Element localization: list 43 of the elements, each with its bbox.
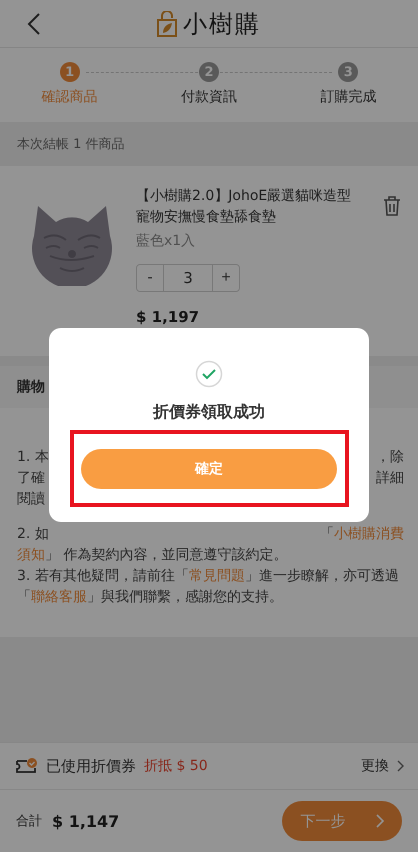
bag-logo-icon [157, 10, 177, 36]
step-number: 2 [198, 62, 219, 82]
chevron-right-icon [376, 814, 384, 828]
change-coupon-button[interactable]: 更換 [361, 757, 404, 775]
next-step-button[interactable]: 下一步 [282, 801, 402, 841]
note-link[interactable]: 須知 [17, 546, 45, 562]
step-label: 訂購完成 [320, 88, 376, 106]
note-text: 閱讀 [17, 490, 45, 508]
notes-title: 購物 [17, 378, 45, 396]
product-variant: 藍色x1入 [136, 232, 196, 250]
delete-button[interactable] [382, 196, 402, 218]
increase-button[interactable]: + [213, 265, 239, 291]
dialog-message: 折價券領取成功 [153, 402, 265, 423]
total-amount: $ 1,147 [52, 812, 120, 830]
step-number: 3 [338, 62, 358, 82]
note-text: 了確 [17, 468, 45, 486]
note-text: 1. 本 [17, 448, 49, 466]
total-label: 合計 [16, 813, 42, 830]
note-link[interactable]: 聯絡客服 [31, 588, 87, 604]
app-title: 小樹購 [183, 8, 261, 40]
note-text: 「聯絡客服」與我們聯繫，感謝您的支持。 [17, 588, 283, 606]
step-number: 1 [60, 62, 80, 82]
product-name: 【小樹購2.0】JohoE嚴選貓咪造型寵物安撫慢食墊舔食墊 [136, 187, 352, 227]
note-link[interactable]: 常見問題 [188, 568, 245, 584]
coupon-discount: 折抵 $ 50 [144, 757, 208, 775]
product-price: $ 1,197 [136, 308, 200, 326]
note-text: 詳細 [376, 468, 404, 486]
confirm-button[interactable]: 確定 [81, 449, 337, 489]
note-link[interactable]: 小樹購消費 [334, 526, 404, 542]
note-text: 2. 如 [17, 524, 49, 542]
step-label: 付款資訊 [180, 88, 237, 106]
note-text: 須知」 作為契約內容，並同意遵守該約定。 [17, 546, 288, 564]
step-label: 確認商品 [42, 88, 98, 106]
item-count: 本次結帳 1 件商品 [17, 136, 125, 153]
quantity-field[interactable]: 3 [163, 265, 213, 291]
decrease-button[interactable]: - [137, 265, 163, 291]
note-text: 「小樹購消費 [320, 524, 404, 542]
coupon-icon [16, 757, 38, 775]
coupon-label: 已使用折價券 [46, 756, 136, 776]
chevron-right-icon [397, 760, 404, 772]
note-text: 3. 若有其他疑問，請前往「常見問題」進一步瞭解，亦可透過 [17, 566, 399, 584]
check-circle-icon [195, 360, 223, 388]
note-text: ，除 [376, 448, 404, 466]
